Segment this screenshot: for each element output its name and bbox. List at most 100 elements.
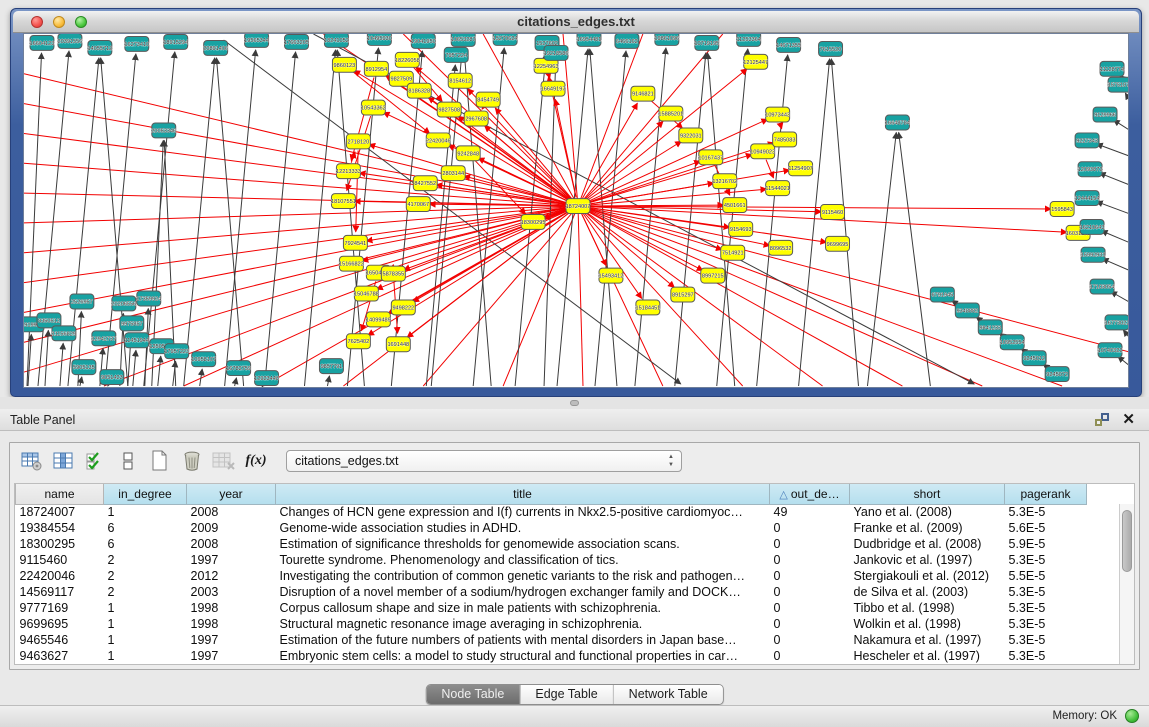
network-node[interactable]: 16648784	[885, 115, 910, 130]
float-panel-icon[interactable]	[1095, 413, 1109, 426]
column-header-title[interactable]: title	[276, 484, 770, 504]
table-row[interactable]: 946554611997Estimation of the future num…	[16, 632, 1087, 648]
select-columns-icon[interactable]	[82, 448, 110, 474]
network-node[interactable]: 7957224	[444, 47, 468, 62]
network-node[interactable]: 9827508	[437, 102, 461, 117]
close-panel-icon[interactable]: ✕	[1122, 410, 1135, 428]
network-node[interactable]: 9860123	[332, 57, 356, 72]
network-node[interactable]: 2526957	[70, 294, 94, 309]
table-row[interactable]: 977716911998Corpus callosum shape and si…	[16, 600, 1087, 616]
network-node[interactable]: 14099489	[366, 312, 391, 327]
memory-ok-indicator[interactable]	[1125, 709, 1139, 723]
scrollbar-thumb[interactable]	[1122, 510, 1132, 572]
network-node[interactable]: 6466162	[615, 34, 639, 48]
network-node[interactable]: 18915294	[163, 34, 188, 49]
network-node[interactable]: 10543362	[361, 100, 386, 115]
network-node[interactable]: 5878355	[381, 266, 405, 281]
network-node[interactable]: 8096532	[769, 240, 793, 255]
network-node[interactable]: 1691448	[386, 337, 410, 352]
network-node[interactable]: 12093872	[1078, 162, 1103, 177]
network-node[interactable]: 17663205	[284, 34, 309, 49]
network-node[interactable]: 2718120	[346, 134, 370, 149]
network-node[interactable]: 8912954	[364, 61, 388, 76]
network-node[interactable]: 9245072	[1045, 367, 1069, 382]
network-node[interactable]: 11254907	[788, 161, 812, 176]
network-node[interactable]: 2967608	[464, 111, 488, 126]
network-node[interactable]: 9115460	[821, 205, 845, 220]
table-row[interactable]: 969969511998Structural magnetic resonanc…	[16, 616, 1087, 632]
network-node[interactable]: 8186328	[407, 83, 431, 98]
network-node[interactable]: 17103054	[1090, 279, 1115, 294]
network-node[interactable]: 9242848	[456, 146, 480, 161]
table-row[interactable]: 1456911722003Disruption of a novel membe…	[16, 584, 1087, 600]
tab-network-table[interactable]: Network Table	[613, 685, 723, 704]
network-node[interactable]: 15751074	[1108, 77, 1129, 92]
network-node[interactable]: 18724007	[566, 199, 591, 214]
column-header-year[interactable]: year	[187, 484, 276, 504]
network-node[interactable]: 8997215	[701, 268, 725, 283]
network-node[interactable]: 20891406	[203, 40, 228, 55]
network-node[interactable]: 16604123	[30, 35, 55, 50]
network-node[interactable]: 17359924	[136, 291, 161, 306]
column-header-pagerank[interactable]: pagerank	[1005, 484, 1087, 504]
network-canvas[interactable]: 1872400798601238912954182260589827509818…	[23, 33, 1129, 388]
network-node[interactable]: 10952554	[1000, 335, 1025, 350]
network-node[interactable]: 9051423	[100, 370, 124, 385]
network-node[interactable]: 15493412	[599, 268, 624, 283]
table-row[interactable]: 911546021997Tourette syndrome. Phenomeno…	[16, 552, 1087, 568]
network-node[interactable]: 20391556	[58, 34, 83, 48]
network-node[interactable]: 11128774	[1100, 61, 1124, 76]
network-node[interactable]: 1595843	[1050, 202, 1074, 217]
network-node[interactable]: 17957223	[164, 344, 189, 359]
network-node[interactable]: 19565344	[244, 34, 269, 47]
network-node[interactable]: 15885201	[658, 106, 683, 121]
network-node[interactable]: 18241052	[324, 34, 349, 47]
add-column-icon[interactable]	[50, 448, 78, 474]
tab-edge-table[interactable]: Edge Table	[519, 685, 612, 704]
table-scrollbar[interactable]	[1119, 504, 1134, 664]
table-row[interactable]: 946362711997Embryonic stem cells: a mode…	[16, 648, 1087, 664]
network-node[interactable]: 5905135	[72, 360, 96, 375]
network-node[interactable]: 9146821	[631, 86, 655, 101]
network-node[interactable]: 18300295	[521, 214, 546, 229]
network-node[interactable]: 9975857	[120, 316, 144, 331]
network-node[interactable]: 15992931	[1081, 247, 1106, 262]
network-node[interactable]: 12125447	[743, 54, 768, 69]
table-select-dropdown[interactable]: citations_edges.txt ▲▼	[286, 450, 682, 472]
function-builder-icon[interactable]: f(x)	[242, 448, 270, 474]
split-divider[interactable]	[0, 397, 1149, 409]
network-node[interactable]: 10740322	[1098, 343, 1123, 358]
network-node[interactable]: 19041950	[411, 34, 436, 48]
column-header-in-degree[interactable]: in_degree	[104, 484, 187, 504]
network-node[interactable]: 12923448	[254, 371, 279, 386]
table-row[interactable]: 1872400712008Changes of HCN gene express…	[16, 504, 1087, 520]
network-node[interactable]: 16782759	[226, 361, 251, 376]
network-node[interactable]: 10167437	[698, 150, 723, 165]
network-node[interactable]: 18226058	[395, 52, 420, 67]
network-window-titlebar[interactable]: citations_edges.txt	[13, 11, 1139, 33]
network-node[interactable]: 2803144	[441, 166, 465, 181]
network-node[interactable]: 10653287	[451, 34, 476, 46]
network-node[interactable]: 11451944	[125, 333, 149, 348]
column-header-out-de-[interactable]: △out_de…	[770, 484, 850, 504]
network-node[interactable]: 10958107	[191, 352, 216, 367]
network-node[interactable]: 16649197	[541, 81, 566, 96]
network-node[interactable]: 19218586	[544, 45, 569, 60]
network-node[interactable]: 9245012	[1022, 351, 1046, 366]
network-node[interactable]: 16954481	[577, 34, 602, 46]
network-node[interactable]: 9154693	[729, 221, 753, 236]
column-header-name[interactable]: name	[16, 484, 104, 504]
network-node[interactable]: 15270624	[493, 34, 518, 45]
network-node[interactable]: 7615520	[819, 41, 843, 56]
network-node[interactable]: 18107551	[331, 194, 356, 209]
network-node[interactable]: 16773022	[1105, 315, 1129, 330]
network-node[interactable]: 8427552	[413, 176, 437, 191]
row-height-icon[interactable]	[114, 448, 142, 474]
network-node[interactable]: 10719195	[694, 35, 719, 50]
network-node[interactable]: 7514921	[721, 245, 745, 260]
network-node[interactable]: 12444154	[1075, 191, 1100, 206]
network-node[interactable]: 11544021	[765, 181, 789, 196]
table-row[interactable]: 1938455462009Genome-wide association stu…	[16, 520, 1087, 536]
network-node[interactable]: 15184451	[635, 300, 660, 315]
network-node[interactable]: 9841233	[978, 320, 1002, 335]
